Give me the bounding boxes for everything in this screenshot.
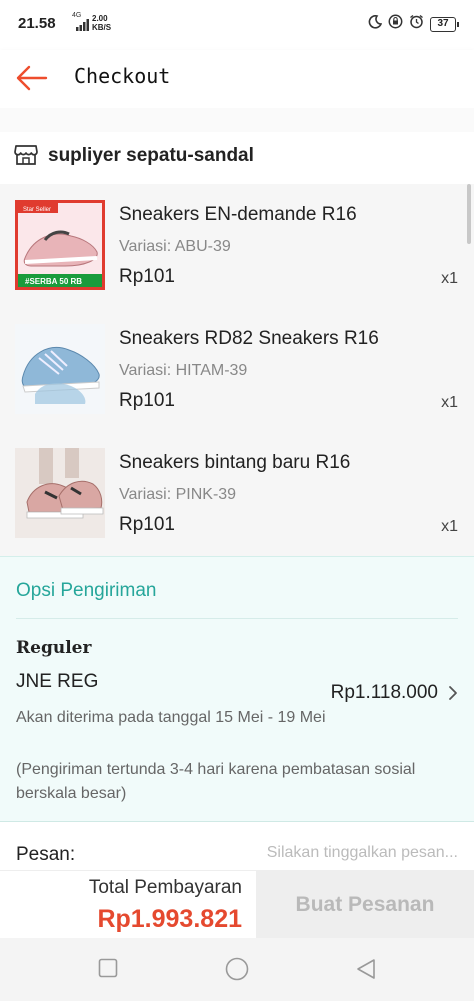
shipping-title: Opsi Pengiriman: [16, 580, 157, 601]
total-label: Total Pembayaran: [88, 877, 242, 898]
alarm-icon: [409, 14, 424, 34]
seller-row: supliyer sepatu-sandal: [0, 132, 474, 184]
lock-rotation-icon: [388, 14, 403, 34]
shipping-section: Opsi Pengiriman Reguler JNE REG Rp1.118.…: [0, 556, 474, 822]
product-quantity: x1: [441, 518, 458, 535]
seller-name: supliyer sepatu-sandal: [48, 145, 254, 166]
total-amount: Rp1.993.821: [97, 905, 242, 933]
thumb-badge: #SERBA 50 RB: [25, 277, 82, 286]
status-icons: 37: [368, 14, 459, 34]
product-name: Sneakers EN-demande R16: [119, 204, 357, 225]
shipping-note: (Pengiriman tertunda 3-4 hari karena pem…: [16, 761, 416, 802]
thumb-tag: Star Seller: [23, 207, 51, 213]
place-order-button[interactable]: Buat Pesanan: [256, 871, 474, 939]
app-header: Checkout: [0, 50, 474, 108]
product-variant: Variasi: HITAM-39: [119, 362, 248, 379]
home-icon[interactable]: [225, 957, 249, 986]
product-price: Rp101: [119, 514, 175, 535]
product-thumbnail: [15, 324, 105, 414]
back-arrow-icon[interactable]: [14, 60, 50, 96]
message-label: Pesan:: [16, 844, 76, 865]
product-list: Star Seller #SERBA 50 RB Sneakers EN-dem…: [0, 184, 474, 556]
shipping-eta: Akan diterima pada tanggal 15 Mei - 19 M…: [16, 709, 326, 726]
divider: [16, 618, 458, 619]
shipping-method: Reguler: [16, 638, 92, 658]
product-item[interactable]: Sneakers bintang baru R16 Variasi: PINK-…: [0, 432, 474, 556]
product-name: Sneakers RD82 Sneakers R16: [119, 328, 379, 349]
back-nav-icon[interactable]: [356, 958, 376, 985]
shipping-courier: JNE REG: [16, 671, 99, 692]
shipping-price: Rp1.118.000: [330, 682, 438, 703]
message-row: Pesan:: [0, 822, 474, 870]
message-input[interactable]: [228, 844, 458, 862]
product-quantity: x1: [441, 270, 458, 287]
network-speed: 2.00 KB/S: [92, 14, 112, 32]
section-gap: [0, 108, 474, 132]
product-price: Rp101: [119, 390, 175, 411]
system-nav-bar: [0, 938, 474, 1001]
battery-indicator: 37: [430, 16, 459, 32]
product-price: Rp101: [119, 266, 175, 287]
status-time: 21.58: [18, 15, 56, 32]
product-variant: Variasi: ABU-39: [119, 238, 231, 255]
product-item[interactable]: Star Seller #SERBA 50 RB Sneakers EN-dem…: [0, 184, 474, 308]
status-bar: 21.58 4G 2.00 KB/S 37: [0, 0, 474, 50]
product-thumbnail: Star Seller #SERBA 50 RB: [15, 200, 105, 290]
product-thumbnail: [15, 448, 105, 538]
product-item[interactable]: Sneakers RD82 Sneakers R16 Variasi: HITA…: [0, 308, 474, 432]
product-name: Sneakers bintang baru R16: [119, 452, 351, 473]
recent-apps-icon[interactable]: [98, 958, 118, 983]
signal-icon: [76, 18, 90, 36]
product-variant: Variasi: PINK-39: [119, 486, 237, 503]
checkout-footer: Total Pembayaran Rp1.993.821 Buat Pesana…: [0, 870, 474, 939]
moon-icon: [368, 14, 383, 34]
shop-icon: [14, 144, 38, 171]
chevron-right-icon[interactable]: [448, 685, 458, 706]
product-quantity: x1: [441, 394, 458, 411]
network-type: 4G: [72, 12, 82, 19]
page-title: Checkout: [74, 64, 171, 88]
